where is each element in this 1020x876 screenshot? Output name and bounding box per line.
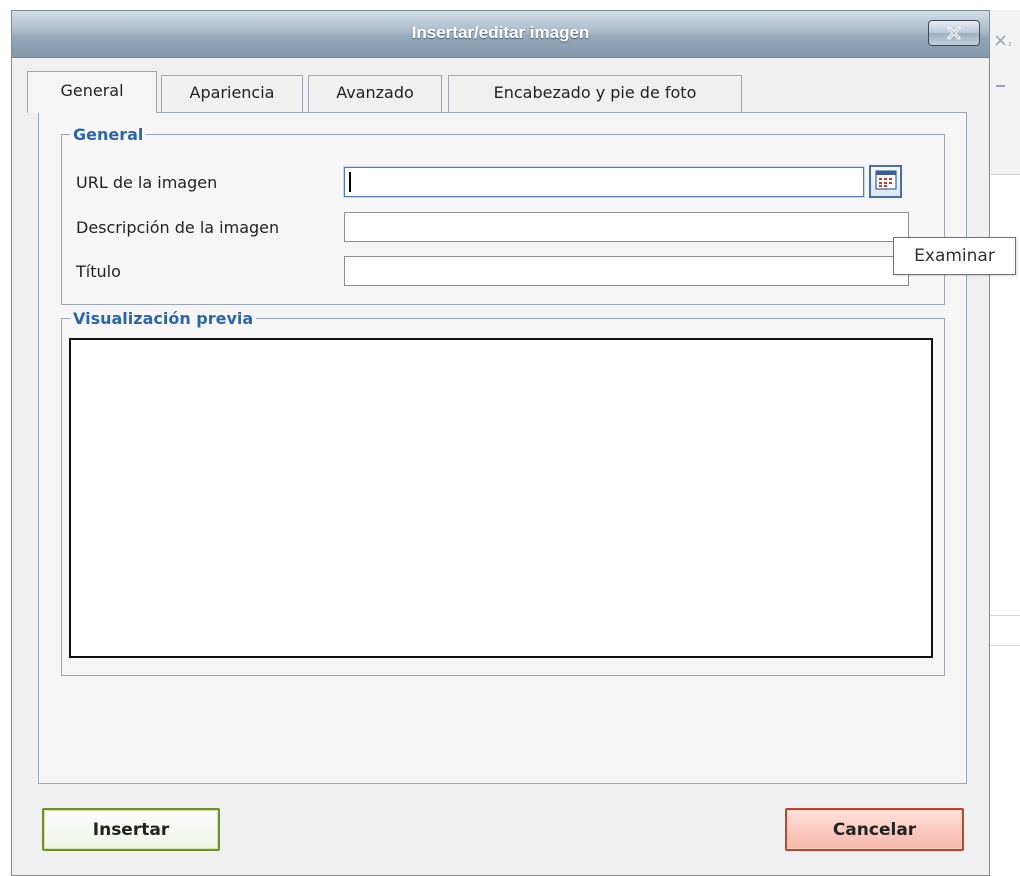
insert-image-dialog: Insertar/editar imagen General Aparienci…	[11, 10, 990, 876]
background-divider	[990, 615, 1020, 616]
close-icon	[946, 25, 962, 41]
tab-label: General	[60, 81, 124, 100]
background-divider	[990, 174, 1020, 175]
underline-icon	[996, 85, 1005, 87]
tab-label: Apariencia	[189, 83, 275, 102]
insert-button[interactable]: Insertar	[42, 808, 220, 851]
title-label: Título	[76, 262, 121, 281]
browse-tooltip: Examinar	[893, 237, 1016, 275]
general-legend: General	[73, 125, 144, 144]
tab-apariencia[interactable]: Apariencia	[161, 75, 303, 113]
image-preview-area	[69, 338, 933, 658]
general-tab-panel: General URL de la imagen Descripción de …	[38, 112, 967, 784]
insert-button-label: Insertar	[92, 819, 170, 840]
image-description-label: Descripción de la imagen	[76, 218, 280, 237]
preview-legend: Visualización previa	[73, 309, 254, 328]
dialog-titlebar[interactable]: Insertar/editar imagen	[12, 11, 989, 58]
text-cursor	[349, 172, 351, 192]
image-description-input[interactable]	[344, 212, 909, 242]
background-divider	[990, 645, 1020, 646]
browse-button[interactable]	[869, 165, 902, 198]
cancel-button-label: Cancelar	[832, 819, 917, 840]
tab-general[interactable]: General	[27, 71, 157, 113]
close-button[interactable]	[928, 20, 980, 46]
file-browser-icon	[874, 169, 897, 194]
cancel-button[interactable]: Cancelar	[785, 808, 964, 851]
tab-label: Avanzado	[336, 83, 414, 102]
tab-avanzado[interactable]: Avanzado	[308, 75, 442, 113]
subscript-icon: ×₂	[993, 30, 1012, 51]
tab-encabezado-pie[interactable]: Encabezado y pie de foto	[448, 75, 742, 113]
dialog-title: Insertar/editar imagen	[411, 23, 590, 42]
image-url-label: URL de la imagen	[76, 173, 218, 192]
tab-label: Encabezado y pie de foto	[493, 83, 697, 102]
title-input[interactable]	[344, 256, 909, 286]
image-url-input[interactable]	[344, 167, 864, 197]
